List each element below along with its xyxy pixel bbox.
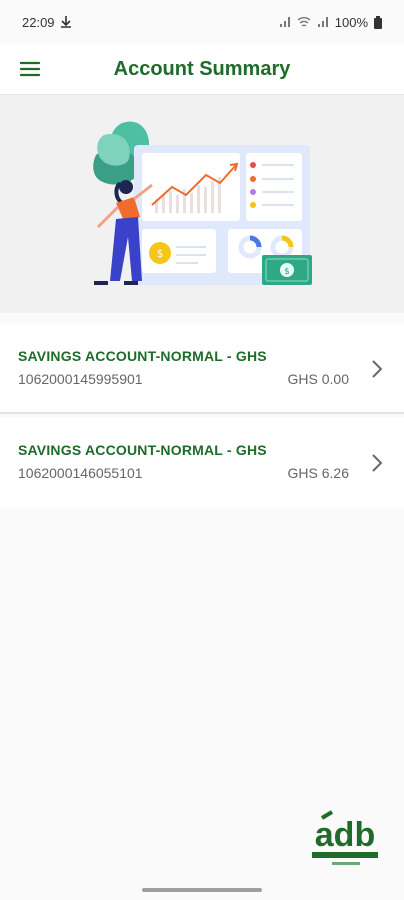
status-bar: 22:09 100% [0,0,404,44]
signal-icon [279,17,290,27]
account-item[interactable]: SAVINGS ACCOUNT-NORMAL - GHS 10620001459… [0,324,404,414]
download-icon [60,16,71,28]
page-title: Account Summary [113,57,291,80]
account-item[interactable]: SAVINGS ACCOUNT-NORMAL - GHS 10620001460… [0,418,404,508]
wifi-icon [297,17,311,27]
home-indicator[interactable] [142,888,262,892]
app-bar: Account Summary [0,44,404,95]
chevron-right-icon [372,454,383,472]
chevron-right-icon [372,360,383,378]
account-balance: GHS 6.26 [287,465,349,481]
svg-text:adb: adb [315,816,375,854]
signal-icon [317,17,328,27]
dashboard-illustration: $ $ [93,121,312,285]
status-time: 22:09 [22,14,55,30]
account-title: SAVINGS ACCOUNT-NORMAL - GHS [18,442,267,458]
account-number: 1062000145995901 [18,371,143,387]
hamburger-icon [20,61,40,77]
adb-logo: adb [312,810,378,865]
svg-text:$: $ [284,267,290,277]
svg-text:$: $ [157,247,164,260]
account-title: SAVINGS ACCOUNT-NORMAL - GHS [18,348,267,364]
hero-banner: $ $ [0,95,404,313]
battery-level: 100% [334,14,368,30]
account-number: 1062000146055101 [18,465,143,481]
account-balance: GHS 0.00 [287,371,349,387]
menu-button[interactable] [0,44,60,94]
battery-icon [374,15,382,29]
